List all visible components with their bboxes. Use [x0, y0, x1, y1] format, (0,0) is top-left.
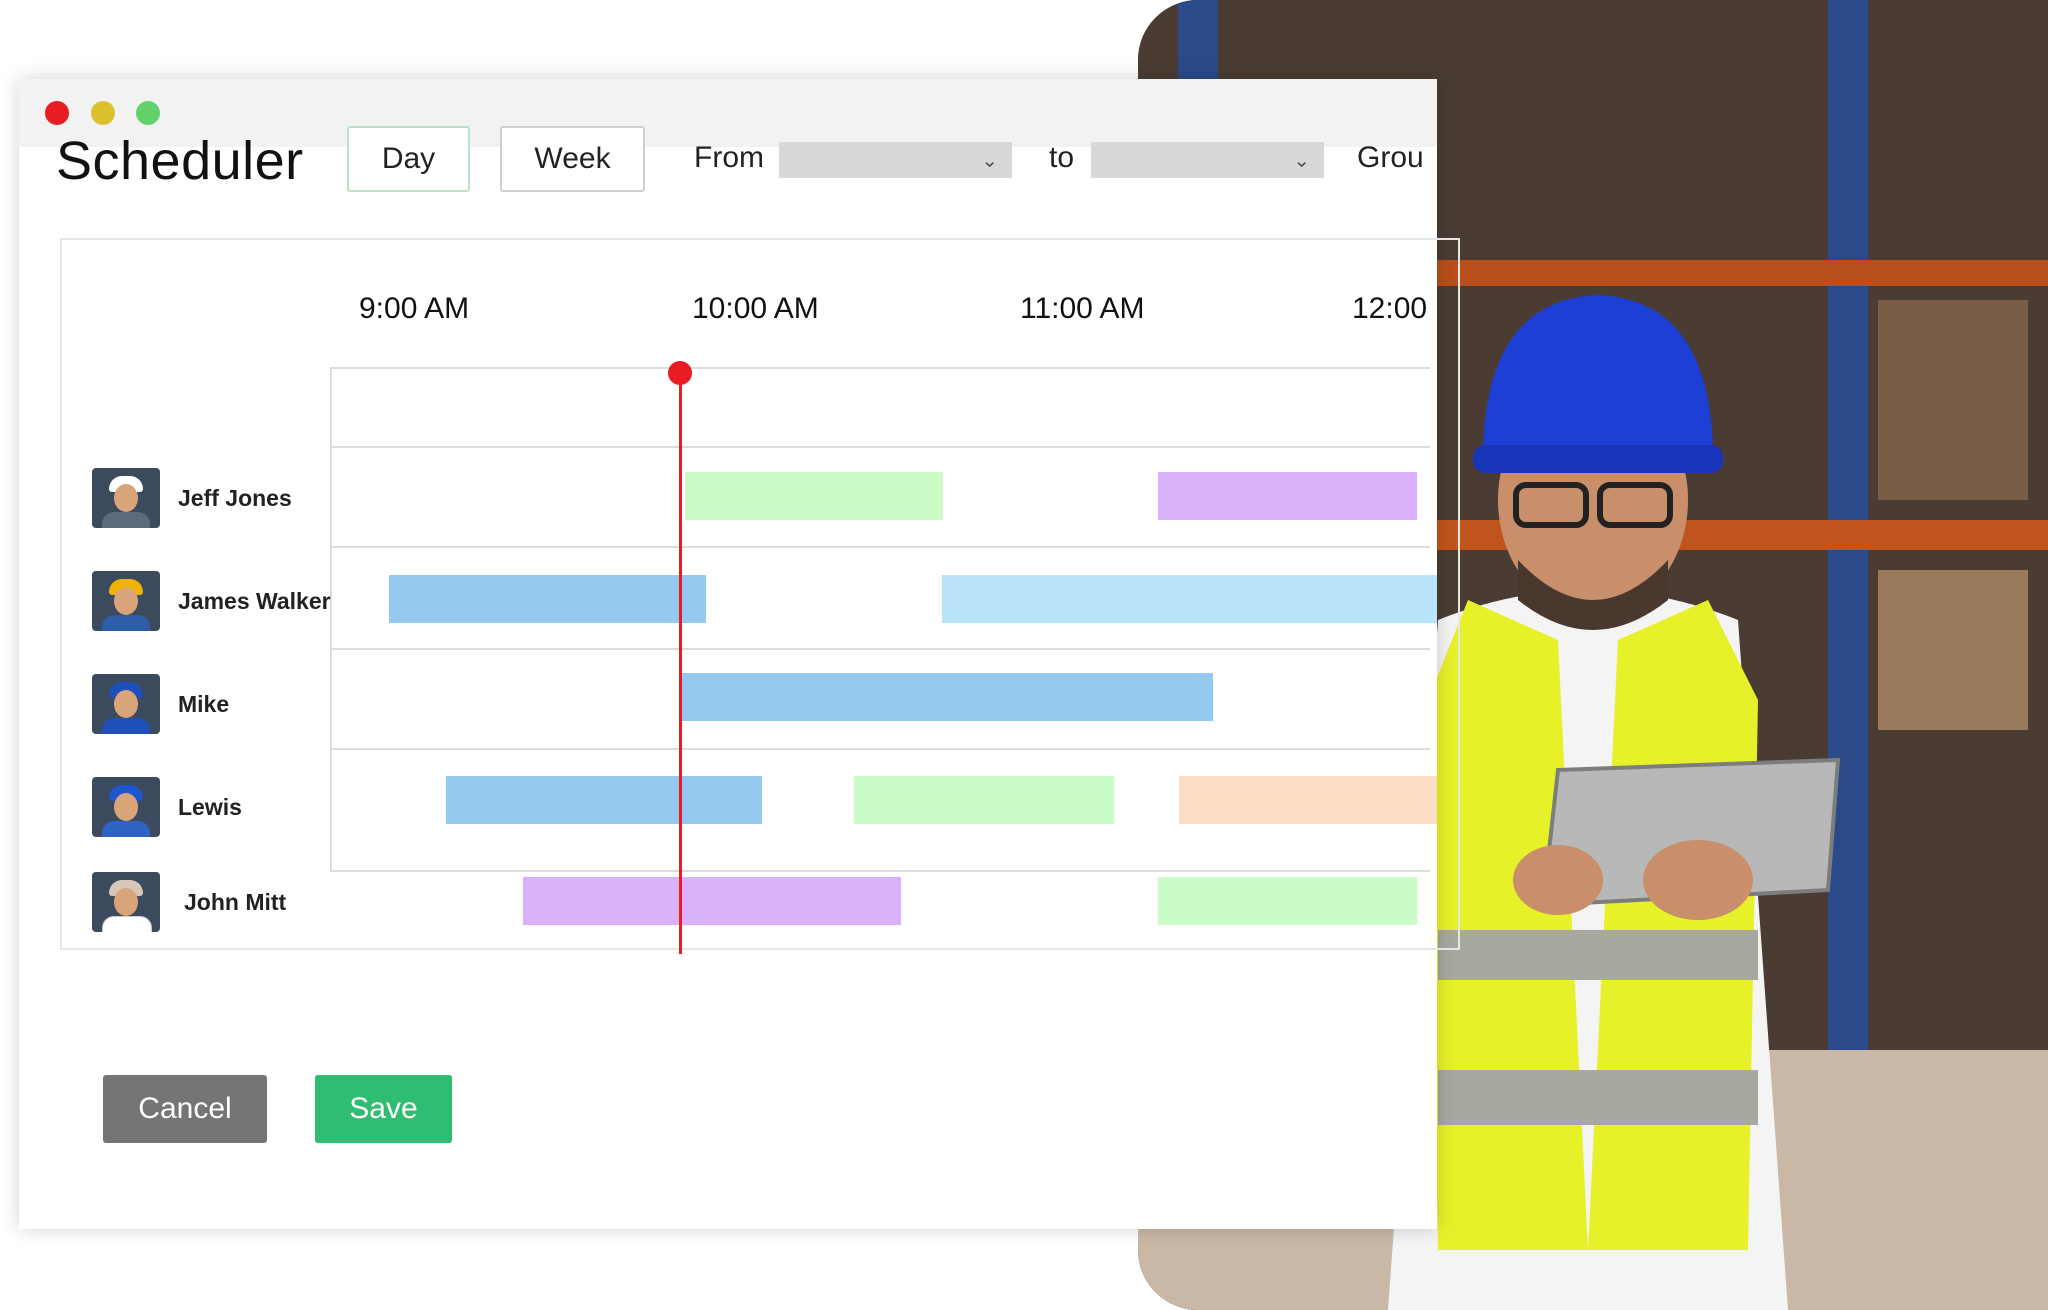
- event-bar[interactable]: [1158, 472, 1417, 520]
- event-bar[interactable]: [942, 575, 1437, 623]
- maximize-window-button[interactable]: [136, 101, 160, 125]
- event-bar[interactable]: [685, 472, 943, 520]
- group-label: Grou: [1357, 141, 1424, 174]
- to-label: to: [1049, 141, 1075, 174]
- minimize-window-button[interactable]: [91, 101, 115, 125]
- event-bar[interactable]: [1179, 776, 1437, 824]
- person-name: Mike: [178, 690, 230, 717]
- current-time-marker[interactable]: [668, 361, 692, 385]
- time-label-9am: 9:00 AM: [359, 292, 470, 325]
- person-row-john-mitt[interactable]: John Mitt: [92, 871, 286, 933]
- from-select[interactable]: ⌄: [779, 142, 1012, 178]
- row-divider: [330, 546, 1430, 548]
- chevron-down-icon: ⌄: [1293, 150, 1310, 172]
- event-bar[interactable]: [446, 776, 762, 824]
- avatar: [92, 468, 160, 528]
- cancel-button[interactable]: Cancel: [103, 1075, 267, 1143]
- time-label-10am: 10:00 AM: [692, 292, 819, 325]
- close-window-button[interactable]: [45, 101, 69, 125]
- person-name: Jeff Jones: [178, 484, 292, 511]
- person-row-james-walker[interactable]: James Walker: [92, 570, 331, 632]
- current-time-line: [679, 370, 682, 954]
- event-bar[interactable]: [854, 776, 1114, 824]
- avatar: [92, 777, 160, 837]
- chevron-down-icon: ⌄: [981, 150, 998, 172]
- from-label: From: [694, 141, 764, 174]
- row-divider: [330, 648, 1430, 650]
- page-title: Scheduler: [56, 131, 304, 191]
- day-view-button[interactable]: Day: [347, 126, 470, 192]
- person-name: James Walker: [178, 587, 331, 614]
- event-bar[interactable]: [523, 877, 901, 925]
- save-button[interactable]: Save: [315, 1075, 452, 1143]
- avatar: [92, 674, 160, 734]
- person-row-lewis[interactable]: Lewis: [92, 776, 242, 838]
- person-name: John Mitt: [184, 888, 287, 915]
- to-select[interactable]: ⌄: [1091, 142, 1324, 178]
- event-bar[interactable]: [682, 673, 1213, 721]
- row-divider: [330, 446, 1430, 448]
- week-view-button[interactable]: Week: [500, 126, 645, 192]
- event-bar[interactable]: [389, 575, 706, 623]
- row-divider: [330, 748, 1430, 750]
- avatar: [92, 571, 160, 631]
- time-label-12pm: 12:00: [1352, 292, 1428, 325]
- person-row-mike[interactable]: Mike: [92, 673, 229, 735]
- time-label-11am: 11:00 AM: [1020, 292, 1145, 325]
- person-name: Lewis: [178, 793, 242, 820]
- person-row-jeff-jones[interactable]: Jeff Jones: [92, 467, 292, 529]
- avatar: [92, 872, 160, 932]
- event-bar[interactable]: [1158, 877, 1417, 925]
